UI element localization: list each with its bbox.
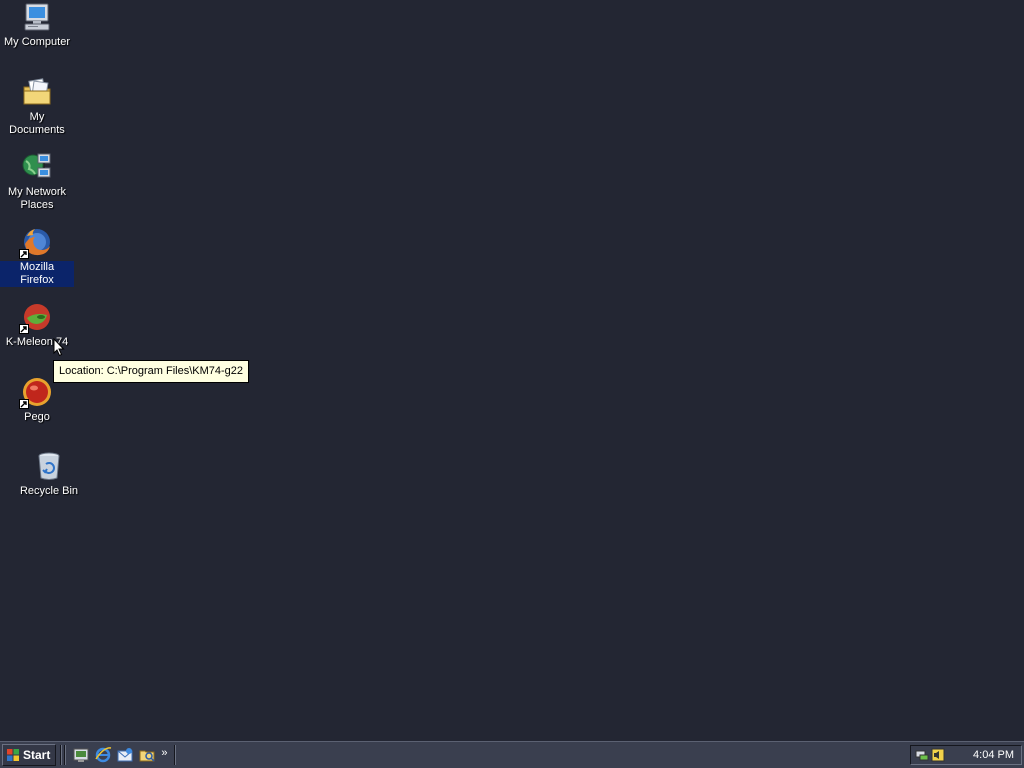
windows-explorer-icon[interactable] <box>138 746 156 764</box>
taskbar-separator <box>174 745 177 765</box>
desktop-icon-my-documents[interactable]: My Documents <box>0 76 74 137</box>
desktop-icon-label: My Documents <box>9 111 65 136</box>
desktop-icon-label: Recycle Bin <box>19 485 79 497</box>
desktop-icon-label: Mozilla Firefox <box>0 261 74 287</box>
shortcut-arrow-icon <box>19 324 29 334</box>
desktop-icon-mozilla-firefox[interactable]: Mozilla Firefox <box>0 226 74 287</box>
my-documents-icon <box>21 76 53 108</box>
start-label: Start <box>23 748 51 762</box>
desktop-icon-my-computer[interactable]: My Computer <box>0 1 74 49</box>
firefox-icon <box>19 226 53 259</box>
desktop[interactable]: My Computer My Documents My Network Plac… <box>0 0 1024 741</box>
mouse-cursor-icon <box>53 338 65 357</box>
desktop-icon-my-network-places[interactable]: My Network Places <box>0 151 74 212</box>
taskbar-clock[interactable]: 4:04 PM <box>973 749 1014 761</box>
taskbar-separator <box>60 745 63 765</box>
k-meleon-icon <box>19 301 53 334</box>
desktop-icon-label: Pego <box>24 411 50 423</box>
my-network-places-icon <box>21 151 53 183</box>
windows-logo-icon <box>7 749 19 761</box>
desktop-icon-label: My Computer <box>3 36 71 48</box>
desktop-icon-recycle-bin[interactable]: Recycle Bin <box>12 450 86 498</box>
start-button[interactable]: Start <box>2 744 57 766</box>
show-desktop-icon[interactable] <box>72 746 90 764</box>
tooltip: Location: C:\Program Files\KM74-g22 <box>53 360 250 383</box>
shortcut-arrow-icon <box>19 399 29 409</box>
quick-launch-more-chevron[interactable]: » <box>161 747 167 759</box>
volume-icon[interactable] <box>931 748 945 762</box>
recycle-bin-icon <box>33 450 65 482</box>
my-computer-icon <box>21 1 53 33</box>
pego-icon <box>19 376 53 409</box>
shortcut-arrow-icon <box>19 249 29 259</box>
desktop-icon-pego[interactable]: Pego <box>0 376 74 424</box>
taskbar: Start » 4:04 PM <box>0 741 1024 768</box>
network-icon[interactable] <box>915 748 929 762</box>
outlook-express-icon[interactable] <box>116 746 134 764</box>
internet-explorer-icon[interactable] <box>94 746 112 764</box>
desktop-icon-label: My Network Places <box>7 186 67 211</box>
taskbar-separator <box>64 745 67 765</box>
system-tray: 4:04 PM <box>910 745 1022 765</box>
